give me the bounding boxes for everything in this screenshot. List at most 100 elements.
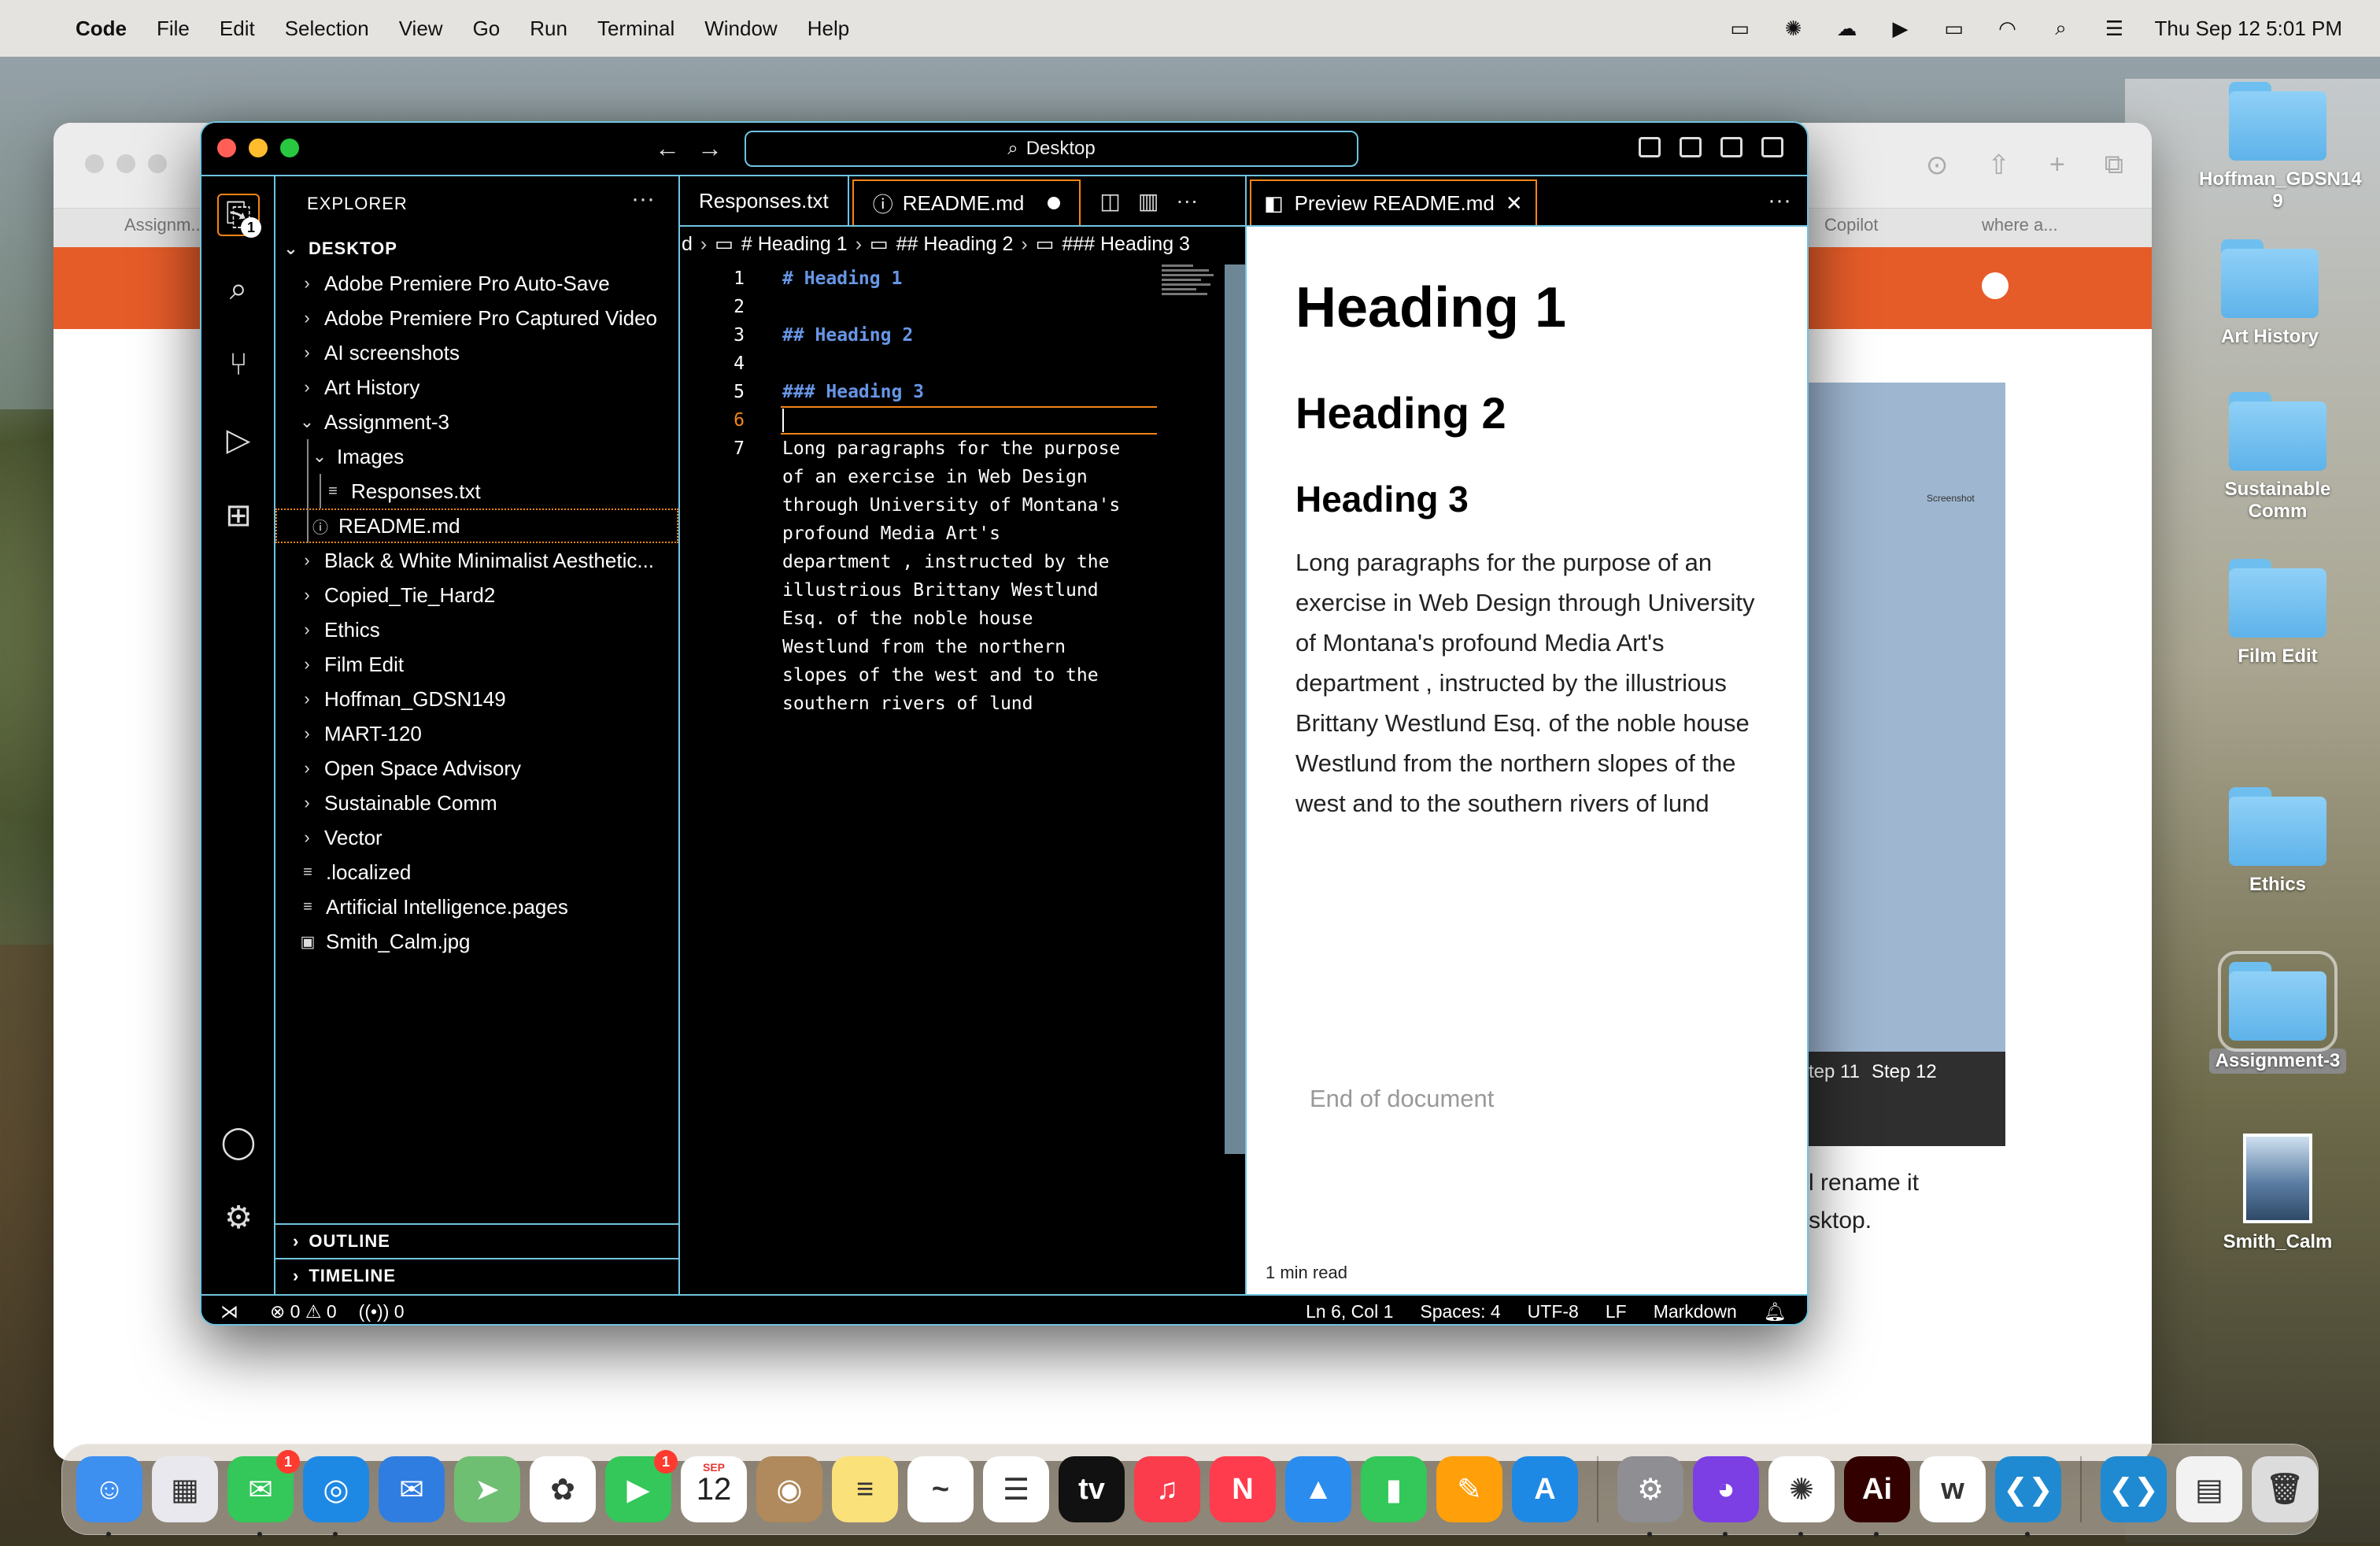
menu-app-name[interactable]: Code: [76, 17, 127, 41]
encoding[interactable]: UTF-8: [1528, 1301, 1579, 1322]
timeline-section[interactable]: › TIMELINE: [275, 1258, 678, 1293]
notes-icon[interactable]: ≡: [832, 1456, 898, 1522]
split-editor-icon[interactable]: ▥: [1138, 188, 1159, 214]
desktop-folder-film-edit[interactable]: Film Edit: [2199, 559, 2356, 668]
extensions-icon[interactable]: ⊞: [217, 494, 260, 537]
safari-icon[interactable]: ◎: [303, 1456, 369, 1537]
calendar-icon[interactable]: SEP 12: [681, 1456, 747, 1522]
maps-icon[interactable]: ➤: [454, 1456, 520, 1522]
reminders-icon[interactable]: ☰: [983, 1456, 1049, 1522]
finder-icon[interactable]: ☺: [76, 1456, 142, 1537]
numbers-icon[interactable]: ▮: [1361, 1456, 1427, 1522]
tree-item[interactable]: › Vector: [275, 820, 678, 855]
more-actions-icon[interactable]: ···: [1768, 187, 1791, 214]
source-control-icon[interactable]: ⑂: [217, 343, 260, 386]
tab-overview-icon[interactable]: ⧉: [2105, 150, 2123, 181]
accounts-icon[interactable]: ◯: [217, 1121, 260, 1163]
indentation[interactable]: Spaces: 4: [1420, 1301, 1500, 1322]
chatgpt-icon[interactable]: ✺: [1768, 1456, 1835, 1537]
tab-readme[interactable]: ⓘ README.md: [852, 179, 1081, 225]
breadcrumb-item[interactable]: d: [682, 233, 693, 256]
tree-item[interactable]: ⌄ Images: [275, 439, 678, 474]
spotlight-icon[interactable]: ⌕: [2048, 16, 2075, 40]
language-mode[interactable]: Markdown: [1654, 1301, 1737, 1322]
music-icon[interactable]: ♫: [1134, 1456, 1200, 1522]
ports-indicator[interactable]: ((•)) 0: [359, 1301, 405, 1322]
contacts-icon[interactable]: ◉: [756, 1456, 822, 1522]
document-icon[interactable]: ▤: [2176, 1456, 2242, 1522]
tree-item[interactable]: ≡ .localized: [275, 855, 678, 890]
more-actions-icon[interactable]: ···: [1176, 188, 1198, 213]
settings-gear-icon[interactable]: ⚙: [217, 1196, 260, 1239]
desktop-folder-assignment-3[interactable]: Assignment-3: [2199, 951, 2356, 1074]
apple-tv-icon[interactable]: tv: [1059, 1456, 1125, 1522]
tree-item[interactable]: ≡ Artificial Intelligence.pages: [275, 890, 678, 924]
menu-file[interactable]: File: [157, 17, 190, 41]
browser-tab-assignment[interactable]: Assignm...: [124, 215, 205, 235]
github-desktop-icon[interactable]: ◕: [1693, 1456, 1759, 1537]
desktop-file-smith-calm[interactable]: Smith_Calm: [2199, 1134, 2356, 1253]
trash-icon[interactable]: 🗑: [2252, 1456, 2318, 1522]
browser-tab-copilot[interactable]: Copilot: [1824, 215, 1878, 235]
menu-clock[interactable]: Thu Sep 12 5:01 PM: [2155, 17, 2342, 41]
keynote-icon[interactable]: ▲: [1285, 1456, 1351, 1522]
desktop-folder-sustainable-comm[interactable]: Sustainable Comm: [2199, 392, 2356, 523]
toggle-panel-icon[interactable]: [1680, 137, 1702, 157]
browser-tab-search[interactable]: where a...: [1982, 215, 2058, 235]
outline-section[interactable]: › OUTLINE: [275, 1223, 678, 1258]
close-window-button[interactable]: [217, 139, 236, 157]
toggle-secondary-sidebar-icon[interactable]: [1720, 137, 1743, 157]
tree-root-desktop[interactable]: ⌄ DESKTOP: [275, 231, 678, 266]
menu-view[interactable]: View: [399, 17, 443, 41]
tree-item[interactable]: › MART-120: [275, 716, 678, 751]
menu-window[interactable]: Window: [704, 17, 777, 41]
breadcrumb-item[interactable]: # Heading 1: [741, 233, 848, 256]
tree-item[interactable]: › AI screenshots: [275, 335, 678, 370]
tree-item[interactable]: ⌄ Assignment-3: [275, 405, 678, 439]
breadcrumb-item[interactable]: ## Heading 2: [896, 233, 1014, 256]
run-debug-icon[interactable]: ▷: [217, 419, 260, 461]
minimap[interactable]: [1162, 264, 1214, 315]
explorer-icon[interactable]: ⎘ 1: [217, 194, 261, 238]
github-icon[interactable]: [1982, 272, 2009, 299]
tree-item[interactable]: › Film Edit: [275, 647, 678, 682]
tree-item[interactable]: › Adobe Premiere Pro Auto-Save: [275, 266, 678, 301]
menu-selection[interactable]: Selection: [285, 17, 369, 41]
photos-icon[interactable]: ✿: [530, 1456, 596, 1522]
control-center-icon[interactable]: ☰: [2101, 17, 2128, 40]
mail-icon[interactable]: ✉: [379, 1456, 445, 1522]
close-icon[interactable]: ✕: [1506, 191, 1523, 216]
tree-item[interactable]: ▣ Smith_Calm.jpg: [275, 924, 678, 959]
end-of-line[interactable]: LF: [1606, 1301, 1627, 1322]
tree-item[interactable]: › Black & White Minimalist Aesthetic...: [275, 543, 678, 578]
vscode-recent-icon[interactable]: ❮❯: [2101, 1456, 2167, 1522]
tab-responses[interactable]: Responses.txt: [680, 176, 849, 225]
tree-item[interactable]: › Open Space Advisory: [275, 751, 678, 786]
menu-help[interactable]: Help: [808, 17, 849, 41]
download-icon[interactable]: ⊙: [1926, 150, 1949, 181]
news-icon[interactable]: N: [1210, 1456, 1276, 1522]
tree-item[interactable]: › Copied_Tie_Hard2: [275, 578, 678, 612]
more-actions-icon[interactable]: ···: [631, 186, 655, 213]
problems-indicator[interactable]: ⊗ 0 ⚠ 0: [270, 1301, 337, 1322]
open-preview-icon[interactable]: ◫: [1099, 188, 1120, 214]
desktop-folder-art-history[interactable]: Art History: [2191, 239, 2349, 348]
illustrator-icon[interactable]: Ai: [1844, 1456, 1910, 1537]
tree-item[interactable]: ⓘ README.md: [275, 509, 678, 543]
play-icon[interactable]: ▶: [1887, 17, 1914, 40]
menu-terminal[interactable]: Terminal: [597, 17, 674, 41]
tree-item[interactable]: › Ethics: [275, 612, 678, 647]
desktop-folder-hoffman[interactable]: Hoffman_GDSN14 9: [2199, 82, 2362, 213]
app-store-icon[interactable]: A: [1512, 1456, 1578, 1522]
menu-edit[interactable]: Edit: [220, 17, 255, 41]
system-settings-icon[interactable]: ⚙: [1617, 1456, 1683, 1537]
cursor-position[interactable]: Ln 6, Col 1: [1306, 1301, 1393, 1322]
command-center[interactable]: ⌕ Desktop: [745, 131, 1358, 167]
wifi-icon[interactable]: ◠: [1994, 17, 2021, 40]
tree-item[interactable]: › Hoffman_GDSN149: [275, 682, 678, 716]
battery-icon[interactable]: ▭: [1941, 17, 1968, 40]
launchpad-icon[interactable]: ▦: [152, 1456, 218, 1522]
messages-icon[interactable]: ✉ 1: [227, 1450, 300, 1537]
tree-item[interactable]: › Sustainable Comm: [275, 786, 678, 820]
facetime-icon[interactable]: ▶ 1: [605, 1450, 678, 1522]
